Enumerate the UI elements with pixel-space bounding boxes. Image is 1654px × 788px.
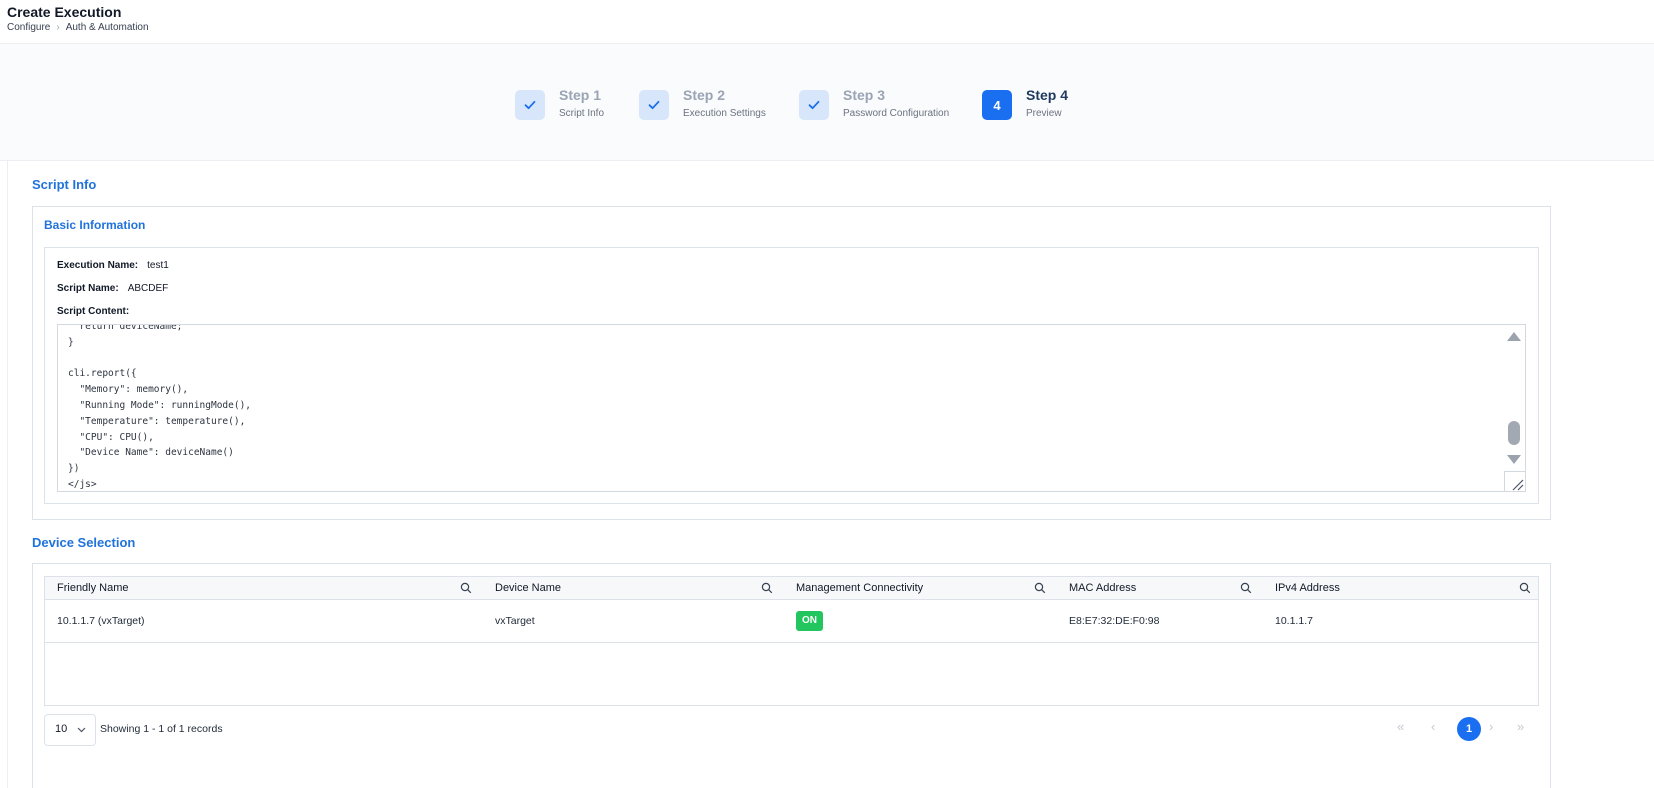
device-selection-card: Friendly Name Device Name Management Con… (32, 563, 1551, 788)
step-title: Step 1 (559, 87, 602, 103)
column-header-friendly-name[interactable]: Friendly Name (57, 582, 129, 594)
execution-name-label: Execution Name: (57, 260, 139, 271)
step-subtitle: Script Info (559, 108, 605, 119)
script-name-label: Script Name: (57, 283, 119, 294)
search-icon[interactable] (460, 582, 472, 594)
search-icon[interactable] (1240, 582, 1252, 594)
script-content-textarea[interactable]: return deviceName; } cli.report({ "Memor… (57, 324, 1526, 492)
status-badge: ON (796, 611, 823, 631)
previous-page-icon[interactable]: ‹ (1431, 719, 1435, 734)
device-selection-title: Device Selection (32, 535, 136, 550)
scrollbar-thumb[interactable] (1508, 421, 1520, 445)
resize-handle-icon[interactable] (1504, 471, 1525, 491)
step-subtitle: Password Configuration (843, 108, 950, 119)
script-content-label: Script Content: (57, 306, 130, 317)
script-name-field: Script Name: ABCDEF (57, 283, 168, 294)
breadcrumb-item-auth-automation[interactable]: Auth & Automation (66, 22, 149, 33)
execution-name-value: test1 (147, 260, 169, 271)
step-title: Step 3 (843, 87, 886, 103)
search-icon[interactable] (1034, 582, 1046, 594)
script-content-field: Script Content: (57, 306, 138, 317)
page-header: Create Execution Configure › Auth & Auto… (0, 0, 1654, 44)
main-content: Script Info Basic Information Execution … (7, 161, 1654, 788)
step-title: Step 4 (1026, 87, 1069, 103)
script-name-value: ABCDEF (127, 283, 169, 294)
script-content-code: return deviceName; } cli.report({ "Memor… (68, 324, 252, 490)
column-header-device-name[interactable]: Device Name (495, 582, 561, 594)
search-icon[interactable] (1519, 582, 1531, 594)
execution-name-field: Execution Name: test1 (57, 260, 169, 271)
step-subtitle: Preview (1026, 108, 1062, 119)
table-header: Friendly Name Device Name Management Con… (45, 577, 1538, 600)
scroll-down-icon[interactable] (1507, 455, 1521, 464)
cell-ipv4-address: 10.1.1.7 (1275, 615, 1313, 627)
page-button-current[interactable]: 1 (1457, 717, 1481, 741)
breadcrumb: Configure › Auth & Automation (7, 22, 149, 33)
column-header-management-connectivity[interactable]: Management Connectivity (796, 582, 923, 594)
page-size-value: 10 (55, 723, 68, 735)
column-header-ipv4-address[interactable]: IPv4 Address (1275, 582, 1340, 594)
device-table: Friendly Name Device Name Management Con… (44, 576, 1539, 706)
chevron-down-icon (77, 727, 86, 733)
records-summary: Showing 1 - 1 of 1 records (100, 723, 223, 735)
step-number: 4 (982, 90, 1012, 120)
check-icon (515, 90, 545, 120)
cell-friendly-name: 10.1.1.7 (vxTarget) (57, 615, 145, 627)
next-page-icon[interactable]: › (1489, 719, 1493, 734)
scroll-up-icon[interactable] (1507, 332, 1521, 341)
check-icon (639, 90, 669, 120)
breadcrumb-item-configure[interactable]: Configure (7, 22, 50, 33)
page-size-select[interactable]: 10 (44, 714, 96, 746)
first-page-icon[interactable]: « (1397, 719, 1404, 734)
basic-information-title: Basic Information (44, 218, 146, 232)
cell-device-name: vxTarget (495, 615, 535, 627)
step-subtitle: Execution Settings (683, 108, 766, 119)
script-info-title: Script Info (32, 177, 97, 192)
page-title: Create Execution (7, 4, 122, 20)
breadcrumb-separator-icon: › (56, 22, 60, 33)
last-page-icon[interactable]: » (1517, 719, 1524, 734)
cell-mac-address: E8:E7:32:DE:F0:98 (1069, 615, 1160, 627)
basic-information-card: Basic Information Execution Name: test1 S… (32, 206, 1551, 520)
stepper: Step 1 Script Info Step 2 Execution Sett… (0, 44, 1654, 161)
basic-information-body: Execution Name: test1 Script Name: ABCDEF … (44, 247, 1539, 504)
step-title: Step 2 (683, 87, 726, 103)
column-header-mac-address[interactable]: MAC Address (1069, 582, 1136, 594)
check-icon (799, 90, 829, 120)
search-icon[interactable] (761, 582, 773, 594)
table-row[interactable]: 10.1.1.7 (vxTarget) vxTarget ON E8:E7:32… (45, 600, 1538, 643)
